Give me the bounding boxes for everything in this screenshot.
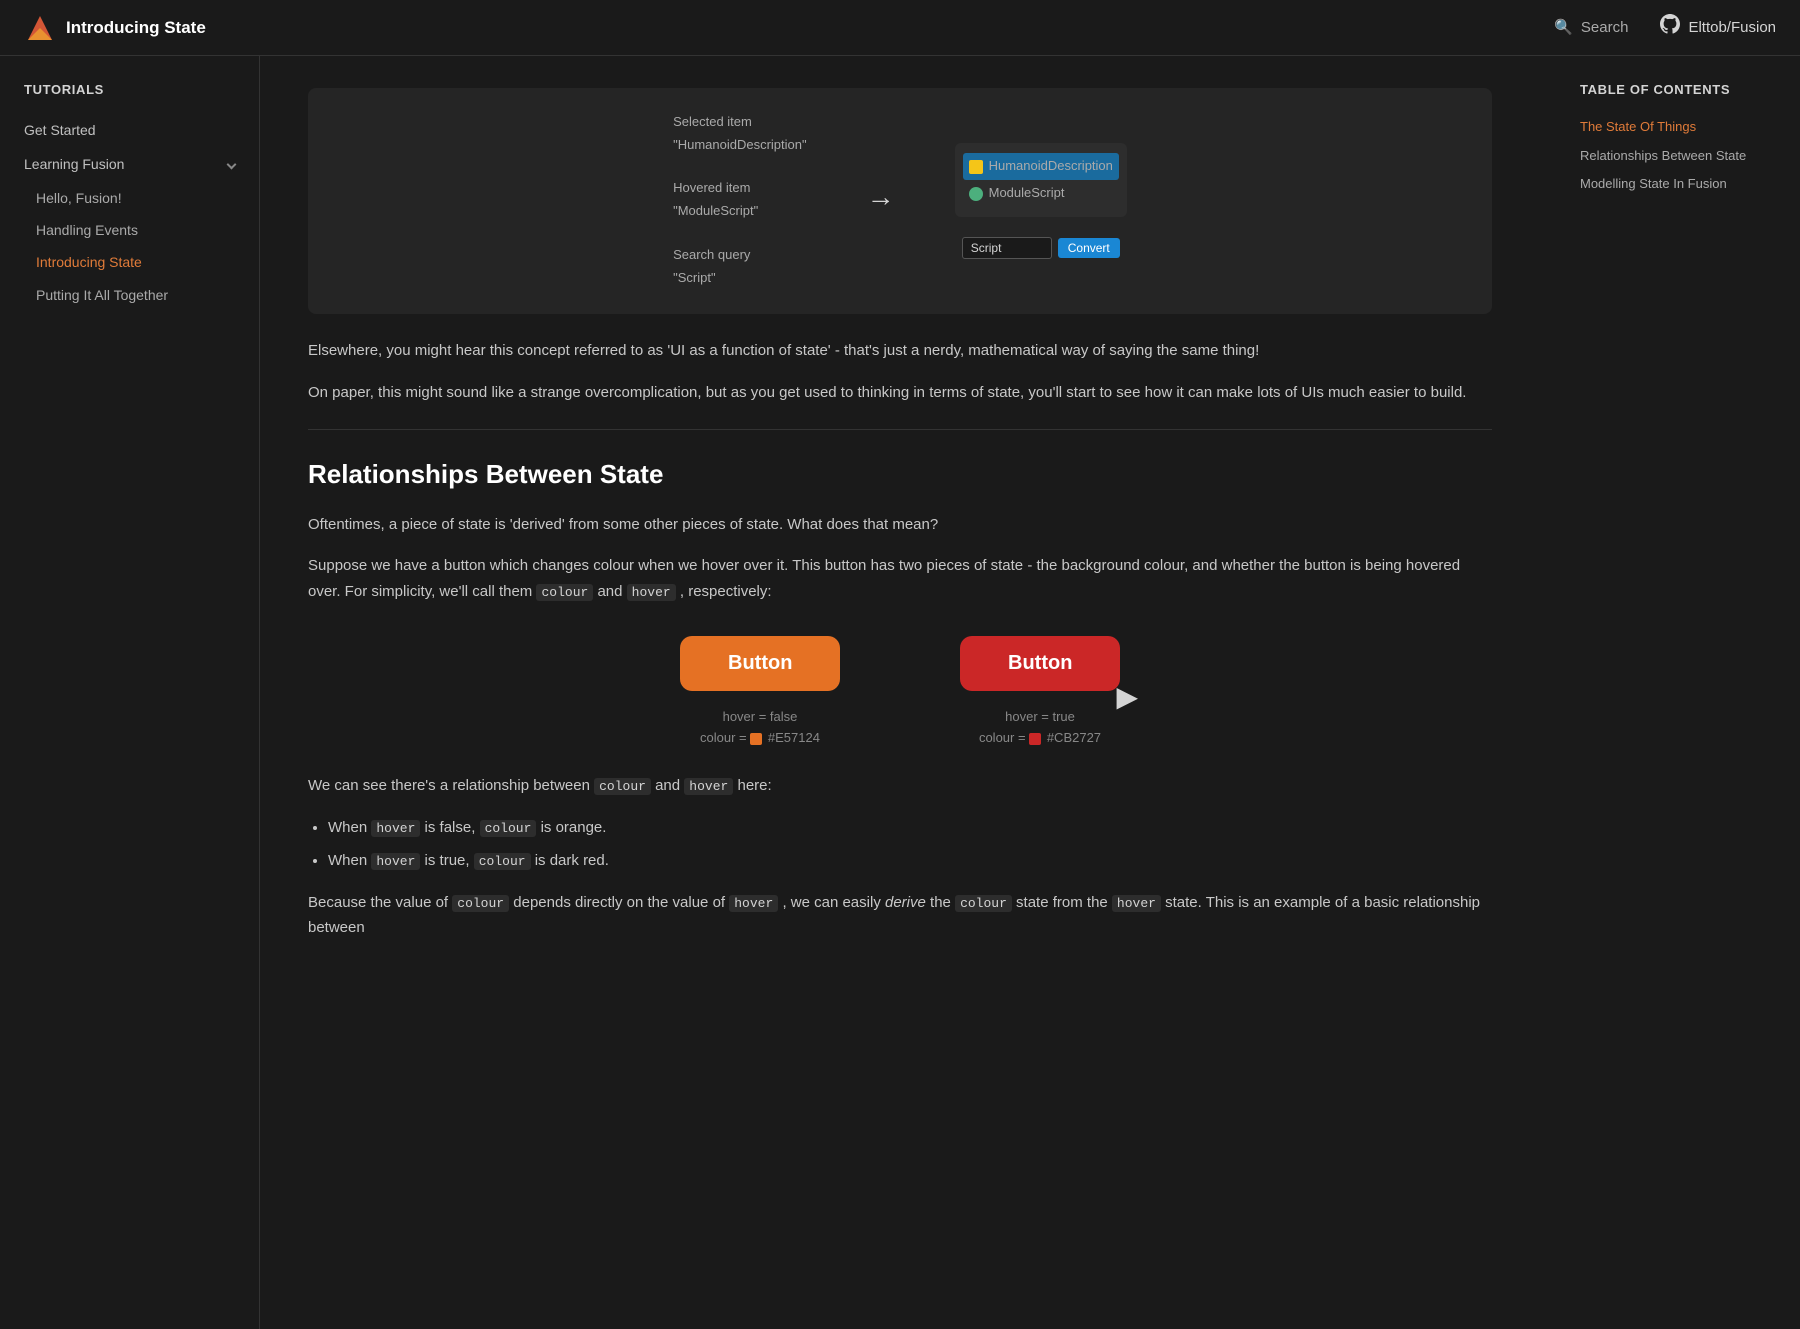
sidebar-child-hello-fusion[interactable]: Hello, Fusion! [28,182,243,214]
orange-swatch [750,733,762,745]
cursor-icon: ▶ [1116,675,1138,720]
suppose-text: Suppose we have a button which changes c… [308,553,1492,604]
hovered-value: "ModuleScript" [673,201,807,222]
relationships-heading: Relationships Between State [308,454,1492,496]
colour-code-2: colour [594,778,651,795]
toc-item-relationships[interactable]: Relationships Between State [1580,142,1780,171]
hover-true-label: hover = true [979,707,1101,728]
state-label-false: hover = false colour = #E57124 [700,707,820,749]
search-query-label: Search query [673,245,807,266]
oftentimes-text: Oftentimes, a piece of state is 'derived… [308,512,1492,538]
explorer-box: HumanoidDescription ModuleScript [955,143,1127,217]
header: Introducing State 🔍 Search Elttob/Fusion [0,0,1800,56]
demo-button-orange[interactable]: Button [680,636,840,691]
toc-item-modelling[interactable]: Modelling State In Fusion [1580,170,1780,199]
module-icon [969,187,983,201]
github-label: Elttob/Fusion [1688,16,1776,40]
search-query-value: "Script" [673,268,807,289]
layout: Tutorials Get Started Learning Fusion He… [0,56,1800,989]
button-demo-col-false: Button hover = false colour = #E57124 [680,636,840,749]
github-link[interactable]: Elttob/Fusion [1660,14,1776,42]
list-item-false: When hover is false, colour is orange. [328,815,1492,841]
colour-code-4: colour [955,895,1012,912]
divider [308,429,1492,430]
button-demo-col-true: Button ▶ hover = true colour = #CB2727 [960,636,1120,749]
hover-code-3: hover [729,895,778,912]
hover-false-label: hover = false [700,707,820,728]
onpaper-text: On paper, this might sound like a strang… [308,380,1492,406]
search-button[interactable]: 🔍 Search [1554,16,1628,40]
logo-icon [24,12,56,44]
sidebar-group-learning-fusion: Learning Fusion Hello, Fusion! Handling … [16,147,243,311]
state-label-true: hover = true colour = #CB2727 [979,707,1101,749]
toc-title: Table of contents [1580,80,1780,101]
colour-true-label: colour = #CB2727 [979,728,1101,749]
button-demo-area: Button hover = false colour = #E57124 Bu… [308,636,1492,749]
logo-link[interactable]: Introducing State [24,12,206,44]
search-row: Convert [962,237,1120,259]
because-text: Because the value of colour depends dire… [308,890,1492,941]
hover-code-li1: hover [371,820,420,837]
demo-explorer: HumanoidDescription ModuleScript Convert [955,143,1127,259]
explorer-item-module: ModuleScript [969,180,1113,207]
sidebar-children: Hello, Fusion! Handling Events Introduci… [16,182,243,312]
chevron-down-icon [227,159,237,169]
red-swatch [1029,733,1041,745]
selected-label: Selected item [673,112,807,133]
sidebar-child-handling-events[interactable]: Handling Events [28,214,243,246]
hover-code-li2: hover [371,853,420,870]
list-item-true: When hover is true, colour is dark red. [328,848,1492,874]
colour-code-li1: colour [480,820,537,837]
toc: Table of contents The State Of Things Re… [1560,56,1800,223]
sidebar-child-introducing-state[interactable]: Introducing State [28,246,243,278]
sidebar-child-putting-together[interactable]: Putting It All Together [28,279,243,311]
convert-button[interactable]: Convert [1058,238,1120,258]
hover-code-1: hover [627,584,676,601]
demo-state-labels: Selected item "HumanoidDescription" Hove… [673,112,807,290]
github-icon [1660,14,1680,42]
search-label: Search [1581,16,1629,40]
main-content: Selected item "HumanoidDescription" Hove… [260,56,1540,989]
toc-item-state-of-things[interactable]: The State Of Things [1580,113,1780,142]
colour-code-3: colour [452,895,509,912]
hover-code-2: hover [684,778,733,795]
sidebar: Tutorials Get Started Learning Fusion He… [0,56,260,1329]
hovered-label: Hovered item [673,178,807,199]
colour-false-label: colour = #E57124 [700,728,820,749]
demo-box: Selected item "HumanoidDescription" Hove… [308,88,1492,314]
sidebar-group-learning-fusion-label[interactable]: Learning Fusion [16,147,243,181]
colour-code-1: colour [536,584,593,601]
search-input[interactable] [962,237,1052,259]
hover-code-4: hover [1112,895,1161,912]
search-icon: 🔍 [1554,16,1573,40]
demo-button-red[interactable]: Button [960,636,1120,691]
tutorials-label: Tutorials [16,80,243,101]
sidebar-item-get-started[interactable]: Get Started [16,113,243,147]
we-can-see-text: We can see there's a relationship betwee… [308,773,1492,799]
elsewhere-text: Elsewhere, you might hear this concept r… [308,338,1492,364]
derive-em: derive [885,894,926,911]
state-info: Selected item "HumanoidDescription" Hove… [673,112,807,290]
arrow-icon: → [867,175,895,220]
explorer-item-humanoid: HumanoidDescription [963,153,1119,180]
colour-code-li2: colour [474,853,531,870]
header-title: Introducing State [66,14,206,41]
bullet-list: When hover is false, colour is orange. W… [328,815,1492,874]
selected-value: "HumanoidDescription" [673,135,807,156]
demo-row: Selected item "HumanoidDescription" Hove… [332,112,1468,290]
humanoid-icon [969,160,983,174]
